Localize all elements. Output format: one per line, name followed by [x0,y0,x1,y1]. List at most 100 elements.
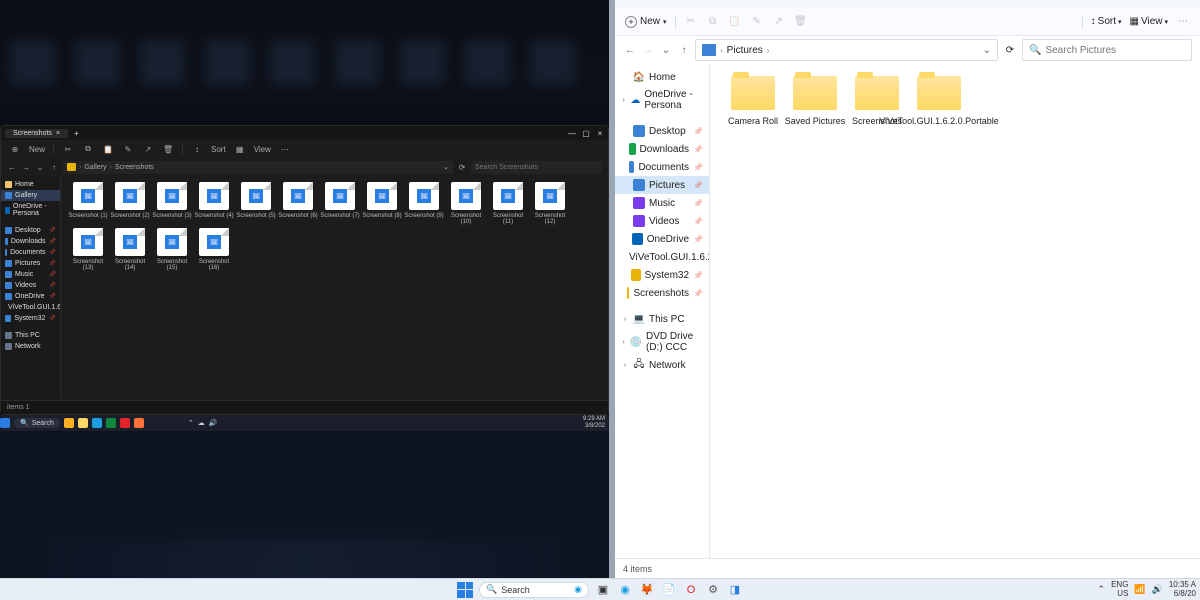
edge-icon[interactable]: ◉ [617,582,633,598]
wifi-icon[interactable]: 📶 [1134,584,1145,595]
firefox-icon[interactable]: 🦊 [639,582,655,598]
file-item[interactable]: 🖼Screenshot (13) [67,228,109,274]
minimize-button[interactable]: — [568,129,576,138]
cut-icon[interactable]: ✂ [62,143,74,155]
rename-icon[interactable]: ✎ [122,143,134,155]
app-icon[interactable]: ◨ [727,582,743,598]
tab-close-icon[interactable]: × [56,130,60,137]
opera-icon[interactable] [120,418,130,428]
copy-icon[interactable]: ⧉ [82,143,94,155]
sidebar-item-onedrive[interactable]: OneDrive - Persona [1,201,60,219]
breadcrumb-segment[interactable]: Gallery [84,164,106,171]
file-item[interactable]: 🖼Screenshot (11) [487,182,529,228]
sidebar-item[interactable]: System32📌 [1,313,60,324]
paste-icon[interactable]: 📋 [102,143,114,155]
sidebar-item-thispc[interactable]: › 💻 This PC [615,310,709,328]
delete-icon[interactable]: 🗑 [162,143,174,155]
sidebar-item-gallery[interactable]: Gallery [1,190,60,201]
expand-icon[interactable]: › [621,339,626,346]
sidebar-item[interactable]: ViVeTool.GUI.1.6.2.0📌 [615,248,709,266]
window-tab[interactable]: Screenshots × [5,129,68,138]
clock[interactable]: 10:35 A 6/8/20 [1169,581,1196,599]
nav-recent-icon[interactable]: ⌄ [35,163,45,172]
sidebar-item[interactable]: Documents📌 [1,247,60,258]
file-item[interactable]: 🖼Screenshot (10) [445,182,487,228]
sidebar-item-home[interactable]: 🏠 Home [615,68,709,86]
sidebar-item[interactable]: Downloads📌 [1,236,60,247]
taskbar-search[interactable]: 🔍 Search [14,418,60,428]
new-button[interactable]: + New ▾ [625,16,667,28]
file-item[interactable]: 🖼Screenshot (16) [193,228,235,274]
breadcrumb-segment[interactable]: Screenshots [115,164,154,171]
sidebar-item-network[interactable]: Network [1,341,60,352]
sidebar-item[interactable]: Desktop📌 [1,225,60,236]
expand-icon[interactable]: › [621,97,626,104]
sidebar-item[interactable]: Videos📌 [1,280,60,291]
firefox-icon[interactable] [134,418,144,428]
file-item[interactable]: 🖼Screenshot (5) [235,182,277,228]
sidebar-item[interactable]: System32📌 [615,266,709,284]
file-item[interactable]: 🖼Screenshot (7) [319,182,361,228]
sidebar-item[interactable]: Downloads📌 [615,140,709,158]
sidebar-item[interactable]: Screenshots📌 [615,284,709,302]
settings-icon[interactable]: ⚙ [705,582,721,598]
sidebar-item-thispc[interactable]: This PC [1,330,60,341]
chevron-up-icon[interactable]: ⌃ [1098,584,1106,595]
file-item[interactable]: 🖼Screenshot (4) [193,182,235,228]
sidebar-item[interactable]: ViVeTool.GUI.1.6.2.0📌 [1,302,60,313]
folder-item[interactable]: Screenshots [846,76,908,148]
start-button[interactable] [457,582,473,598]
notepad-icon[interactable]: 📄 [661,582,677,598]
maximize-button[interactable]: ▢ [582,129,590,138]
expand-icon[interactable]: › [621,316,629,323]
file-item[interactable]: 🖼Screenshot (3) [151,182,193,228]
search-box[interactable]: 🔍 [1022,39,1192,61]
nav-up-icon[interactable]: ↑ [49,163,59,172]
file-item[interactable]: 🖼Screenshot (14) [109,228,151,274]
search-input[interactable] [475,164,598,171]
sidebar-item-home[interactable]: Home [1,179,60,190]
nav-forward-icon[interactable]: → [21,163,31,172]
more-icon[interactable]: ⋯ [1176,15,1190,29]
breadcrumb[interactable]: › Pictures › ⌄ [695,39,998,61]
sidebar-item-network[interactable]: › 🖧 Network [615,356,709,374]
view-icon[interactable]: ▦ [234,143,246,155]
close-window-button[interactable]: × [596,129,604,138]
path-dropdown-icon[interactable]: ⌄ [983,45,991,56]
sort-icon[interactable]: ↕ [191,143,203,155]
sort-button[interactable]: ↕ Sort ▾ [1091,16,1122,27]
nav-back-icon[interactable]: ← [623,45,637,56]
nav-recent-icon[interactable]: ⌄ [659,45,673,56]
edge-icon[interactable] [92,418,102,428]
folder-item[interactable]: ViVeTool.GUI.1.6.2.0.Portable [908,76,970,148]
file-item[interactable]: 🖼Screenshot (15) [151,228,193,274]
clock[interactable]: 9:29 AM 3/8/202 [583,416,605,429]
sidebar-item-dvd[interactable]: › 💿 DVD Drive (D:) CCC [615,328,709,356]
taskbar-app-icon[interactable] [64,418,74,428]
system-tray[interactable]: ⌃ ☁ 🔊 [188,419,218,427]
sort-label[interactable]: Sort [211,145,226,154]
language-indicator[interactable]: ENG US [1111,581,1128,599]
sidebar-item[interactable]: OneDrive📌 [615,230,709,248]
file-item[interactable]: 🖼Screenshot (12) [529,182,571,228]
view-label[interactable]: View [254,145,271,154]
taskbar-search[interactable]: 🔍 Search ◉ [479,582,589,598]
new-tab-button[interactable]: + [74,129,79,138]
share-icon[interactable]: ↗ [142,143,154,155]
nav-up-icon[interactable]: ↑ [677,45,691,56]
file-item[interactable]: 🖼Screenshot (9) [403,182,445,228]
search-input[interactable] [1045,45,1185,56]
chevron-up-icon[interactable]: ⌃ [188,419,194,427]
volume-icon[interactable]: 🔊 [209,419,218,427]
file-item[interactable]: 🖼Screenshot (2) [109,182,151,228]
taskview-icon[interactable]: ▣ [595,582,611,598]
sidebar-item[interactable]: Documents📌 [615,158,709,176]
search-box[interactable] [471,161,602,174]
breadcrumb[interactable]: › Gallery › Screenshots ⌄ [63,161,453,174]
explorer-icon[interactable] [78,418,88,428]
folder-item[interactable]: Camera Roll [722,76,784,148]
cloud-tray-icon[interactable]: ☁ [198,419,205,427]
new-label[interactable]: New [29,145,45,154]
refresh-icon[interactable]: ⟳ [457,163,467,172]
sidebar-item-onedrive[interactable]: › ☁ OneDrive - Persona [615,86,709,114]
